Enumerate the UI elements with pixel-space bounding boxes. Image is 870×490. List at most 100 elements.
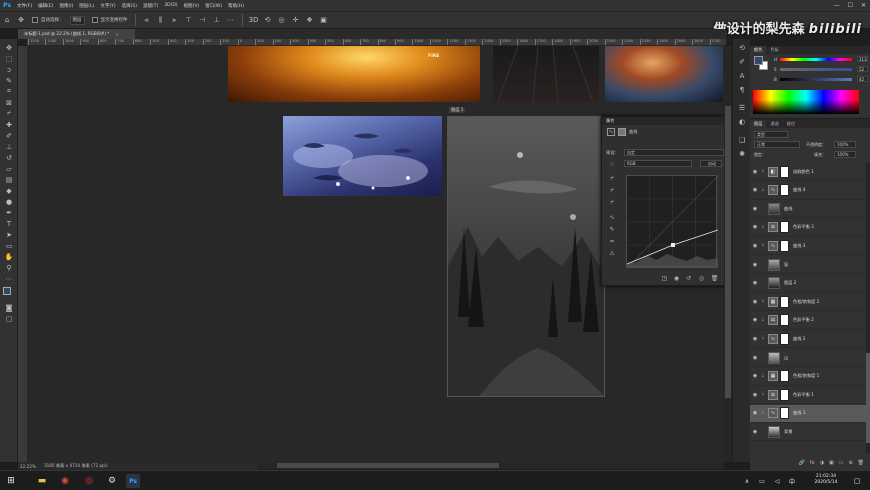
layer-name[interactable]: 色彩平衡 1: [793, 392, 814, 398]
blend-mode-dropdown[interactable]: 正常: [754, 141, 800, 148]
layer-row[interactable]: ◉ ↓ ∿ 曲线 4: [750, 182, 866, 200]
layer-row[interactable]: ◉ ↓ ⚖ 色彩平衡 3: [750, 219, 866, 237]
hue-slider[interactable]: [780, 58, 852, 61]
menu-window[interactable]: 窗口(W): [202, 3, 225, 9]
brightness-value[interactable]: 42: [857, 76, 868, 82]
fill-input[interactable]: 100%: [834, 151, 856, 158]
flying-whales-image[interactable]: [283, 116, 442, 196]
layer-name[interactable]: 色相/饱和度 1: [793, 373, 819, 379]
styles-panel-icon[interactable]: ✺: [736, 149, 748, 159]
layer-row[interactable]: ◉ 背景: [750, 423, 866, 442]
move-tool-icon[interactable]: ✥: [3, 43, 15, 52]
menu-edit[interactable]: 编辑(E): [35, 3, 56, 9]
scrollbar-thumb[interactable]: [725, 106, 731, 398]
screen-mode-icon[interactable]: ▢: [3, 314, 15, 323]
target-adjust-icon[interactable]: ☝: [607, 160, 617, 168]
layer-visibility-eye-icon[interactable]: ◉: [750, 280, 760, 286]
adjustment-layer-icon[interactable]: ∿: [768, 240, 778, 251]
scrollbar-thumb[interactable]: [277, 463, 499, 468]
canvas-vertical-scrollbar[interactable]: [724, 46, 732, 462]
app-icon[interactable]: ⚙: [105, 474, 119, 488]
tab-layers[interactable]: 图层: [750, 120, 767, 128]
layer-row[interactable]: ◉ ↓ ⚖ 色彩平衡 1: [750, 386, 866, 405]
adjustment-layer-icon[interactable]: ⚖: [768, 222, 778, 233]
path-select-tool-icon[interactable]: ➤: [3, 230, 15, 239]
layer-visibility-eye-icon[interactable]: ◉: [750, 336, 760, 342]
input-method-icon[interactable]: 中: [785, 474, 799, 488]
minimize-button[interactable]: —: [834, 2, 840, 9]
layer-mask-thumbnail[interactable]: [780, 314, 789, 327]
layer-row[interactable]: ◉ ↓ ◧ 选取颜色 1: [750, 163, 866, 181]
layer-name[interactable]: 曲线 4: [793, 187, 805, 193]
menu-file[interactable]: 文件(F): [14, 3, 35, 9]
curve-pencil-icon[interactable]: ✎: [607, 225, 617, 233]
color-spectrum[interactable]: [753, 90, 859, 114]
close-tab-icon[interactable]: ×: [115, 32, 119, 37]
lasso-tool-icon[interactable]: ↄ: [3, 65, 15, 74]
layer-name[interactable]: 曲线 1: [793, 410, 805, 416]
photoshop-taskbar-icon[interactable]: Ps: [126, 474, 140, 488]
quick-mask-icon[interactable]: ◙: [3, 303, 15, 312]
white-point-eyedropper-icon[interactable]: ⌿: [607, 199, 617, 207]
layer-thumbnail[interactable]: [768, 277, 780, 290]
history-brush-tool-icon[interactable]: ↺: [3, 153, 15, 162]
clipping-warning-icon[interactable]: ⚠: [607, 249, 617, 257]
layer-mask-thumbnail[interactable]: [780, 332, 789, 345]
layer-row[interactable]: ◉ 氛: [750, 256, 866, 274]
sunset-clouds-image[interactable]: [605, 46, 723, 102]
scale-3d-icon[interactable]: ▣: [317, 13, 331, 27]
tray-expand-icon[interactable]: ∧: [740, 474, 754, 488]
history-panel-icon[interactable]: ⟲: [736, 43, 748, 53]
align-left-icon[interactable]: ⫷: [140, 13, 154, 27]
layer-visibility-eye-icon[interactable]: ◉: [750, 243, 760, 249]
taskbar-clock[interactable]: 21:02:34 2020/5/14: [806, 474, 846, 486]
orbit-3d-icon[interactable]: ⟲: [261, 13, 275, 27]
layer-name[interactable]: 色相/饱和度 2: [793, 299, 819, 305]
layers-scrollbar[interactable]: [866, 163, 870, 453]
layer-row[interactable]: ◉ ↓ ⚖ 色彩平衡 2: [750, 312, 866, 330]
eyedropper-tool-icon[interactable]: ⌿: [3, 109, 15, 118]
smooth-curve-icon[interactable]: ≈: [607, 237, 617, 245]
layer-visibility-eye-icon[interactable]: ◉: [750, 169, 760, 175]
volume-icon[interactable]: ◁: [770, 474, 784, 488]
layer-mask-thumbnail[interactable]: [780, 239, 789, 252]
hand-tool-icon[interactable]: ✋: [3, 252, 15, 261]
reset-adjustment-icon[interactable]: ↺: [684, 274, 693, 282]
character-panel-icon[interactable]: A: [736, 71, 748, 81]
layer-name[interactable]: 曲线 3: [793, 243, 805, 249]
menu-3d[interactable]: 3D(D): [161, 3, 180, 8]
layer-visibility-eye-icon[interactable]: ◉: [750, 299, 760, 305]
layer-visibility-eye-icon[interactable]: ◉: [750, 355, 760, 361]
home-icon[interactable]: ⌂: [0, 13, 14, 27]
chrome-icon[interactable]: ◉: [58, 474, 72, 488]
slide-3d-icon[interactable]: ❖: [303, 13, 317, 27]
close-window-button[interactable]: ✕: [861, 2, 866, 9]
crop-tool-icon[interactable]: ⌗: [3, 87, 15, 96]
saturation-slider[interactable]: [780, 68, 852, 71]
menu-layer[interactable]: 图层(L): [76, 3, 97, 9]
move-tool-icon[interactable]: ✥: [14, 13, 28, 27]
layer-mask-thumbnail[interactable]: [780, 370, 789, 383]
align-bottom-icon[interactable]: ⊥: [210, 13, 224, 27]
layer-mask-thumbnail[interactable]: [780, 388, 789, 401]
zoom-tool-icon[interactable]: ⚲: [3, 263, 15, 272]
dodge-tool-icon[interactable]: ●: [3, 197, 15, 206]
delete-layer-icon[interactable]: 🗑: [858, 460, 864, 466]
menu-view[interactable]: 视图(V): [181, 3, 203, 9]
layer-visibility-eye-icon[interactable]: ◉: [750, 317, 760, 323]
more-options-icon[interactable]: ⋯: [224, 13, 238, 27]
layer-name[interactable]: 曲线: [784, 206, 792, 212]
maximize-button[interactable]: ☐: [848, 2, 853, 9]
pan-3d-icon[interactable]: ✛: [289, 13, 303, 27]
layer-visibility-eye-icon[interactable]: ◉: [750, 392, 760, 398]
marquee-tool-icon[interactable]: ⬚: [3, 54, 15, 63]
saturation-value[interactable]: 52: [857, 66, 868, 72]
layer-mask-thumbnail[interactable]: [780, 165, 789, 178]
layer-row[interactable]: ◉ ↓ ▦ 色相/饱和度 2: [750, 293, 866, 312]
layer-visibility-eye-icon[interactable]: ◉: [750, 262, 760, 268]
layer-visibility-eye-icon[interactable]: ◉: [750, 429, 760, 435]
channel-dropdown[interactable]: RGB: [624, 160, 692, 167]
menu-select[interactable]: 选择(S): [119, 3, 140, 9]
layer-row[interactable]: ◉ ↓ ∿ 曲线 2: [750, 330, 866, 349]
quick-select-tool-icon[interactable]: ✎: [3, 76, 15, 85]
